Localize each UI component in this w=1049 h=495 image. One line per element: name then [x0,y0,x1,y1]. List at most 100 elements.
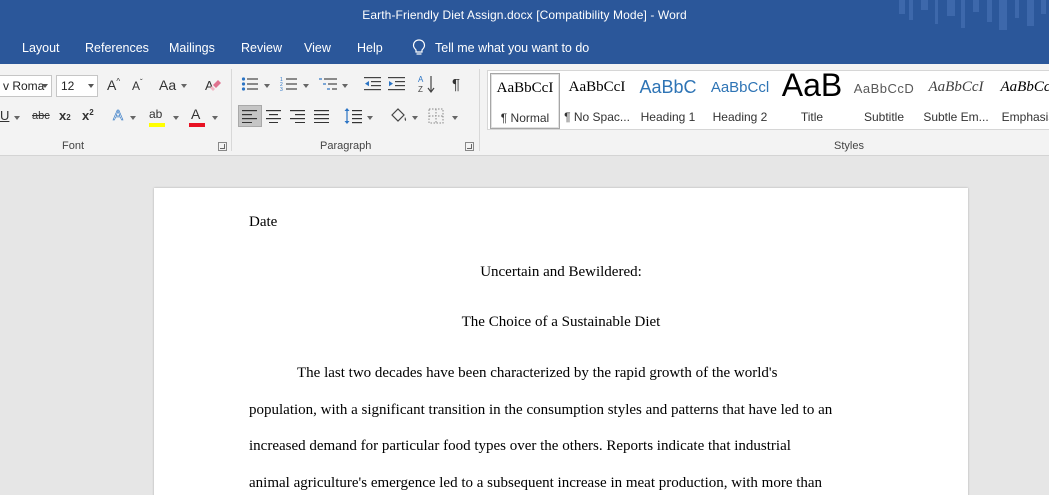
tab-layout[interactable]: Layout [22,41,60,55]
chevron-down-icon [412,116,418,120]
style-sample: AaBbCcI [568,79,626,95]
style-name: Subtle Em... [923,110,989,124]
tell-me-text: Tell me what you want to do [435,40,590,55]
doc-body-line: increased demand for particular food typ… [249,438,791,454]
doc-title-line-2: The Choice of a Sustainable Diet [461,314,661,330]
ribbon: v Roma 12 A^ Aˇ Aa A U abc x2 x2 A ab A … [0,64,1049,156]
decrease-indent-icon[interactable] [364,76,382,92]
tab-review[interactable]: Review [241,41,282,55]
chevron-down-icon [303,84,309,88]
increase-indent-icon[interactable] [388,76,406,92]
tab-help[interactable]: Help [357,41,383,55]
doc-body-line: animal agriculture's emergence led to a … [249,475,823,491]
chevron-down-icon [264,84,270,88]
shrink-font-glyph: A [132,79,141,93]
align-left-icon [242,110,257,123]
doc-body-line: population, with a significant transitio… [249,402,833,418]
highlight-color-swatch [149,123,165,127]
style-sample: AaBbC [639,77,697,97]
chevron-down-icon [130,116,136,120]
font-dialog-launcher[interactable] [218,142,227,151]
strikethrough-button[interactable]: abc [32,110,50,122]
doc-body-line: The last two decades have been character… [297,365,778,381]
subscript-button[interactable]: x2 [59,108,71,123]
style-heading-1[interactable]: AaBbC Heading 1 [633,73,703,129]
svg-text:Z: Z [418,85,423,94]
lightbulb-icon [412,39,426,55]
style-name: ¶ Normal [500,111,550,125]
shrink-font-button[interactable]: Aˇ [132,78,143,93]
font-name-combo[interactable]: v Roma [0,75,52,97]
tab-view[interactable]: View [304,41,331,55]
font-group-label: Font [62,140,85,152]
bullets-icon[interactable] [241,76,259,92]
show-formatting-marks-icon[interactable]: ¶ [452,76,460,93]
chevron-down-icon [181,84,187,88]
style-sample: AaBbCcD [853,81,915,96]
chevron-down-icon [14,116,20,120]
numbering-icon[interactable]: 1 2 3 [280,76,298,92]
paragraph-dialog-launcher[interactable] [465,142,474,151]
style-sample: AaBbCcl [710,79,770,96]
style-normal[interactable]: AaBbCcI ¶ Normal [490,73,560,129]
style-heading-2[interactable]: AaBbCcl Heading 2 [705,73,775,129]
sort-icon[interactable]: A Z [418,74,436,94]
style-emphasis[interactable]: AaBbCcI Emphasis [993,73,1049,129]
doc-date: Date [249,214,278,230]
svg-text:A: A [205,78,214,93]
underline-button[interactable]: U [0,108,9,123]
justify-icon[interactable] [314,109,330,123]
shading-icon[interactable] [389,106,409,126]
highlight-button[interactable]: ab [149,107,162,121]
text-effects-button[interactable]: A [113,107,124,125]
align-left-button[interactable] [238,105,262,127]
subscript-mark: 2 [66,113,71,122]
style-sample: AaBbCcI [496,80,554,96]
style-title[interactable]: AaB Title [777,70,847,129]
superscript-button[interactable]: x2 [82,108,94,123]
align-center-icon[interactable] [266,109,282,123]
title-bar: Earth-Friendly Diet Assign.docx [Compati… [0,0,1049,33]
paragraph-group-label: Paragraph [320,140,372,152]
style-name: Heading 2 [712,110,768,124]
clear-formatting-icon[interactable]: A [204,76,222,94]
style-no-spacing[interactable]: AaBbCcI ¶ No Spac... [562,73,632,129]
superscript-mark: 2 [89,108,94,117]
tell-me-box[interactable]: Tell me what you want to do [412,39,589,56]
borders-icon[interactable] [428,108,444,124]
grow-font-glyph: A [107,77,117,93]
align-right-icon[interactable] [290,109,306,123]
line-spacing-icon[interactable] [344,107,362,125]
styles-gallery: AaBbCcI ¶ Normal AaBbCcI ¶ No Spac... Aa… [487,70,1049,130]
ribbon-tabs: Layout References Mailings Review View H… [0,33,1049,64]
chevron-down-icon [342,84,348,88]
group-divider [479,69,480,151]
style-name: Heading 1 [640,110,696,124]
style-name: Subtitle [863,110,905,124]
multilevel-list-icon[interactable] [319,76,339,92]
svg-text:3: 3 [280,87,283,92]
font-name-value: v Roma [3,79,45,93]
chevron-down-icon [367,116,373,120]
style-sample: AaB [781,70,843,103]
tab-references[interactable]: References [85,41,149,55]
change-case-button[interactable]: Aa [159,77,176,93]
style-subtle-emphasis[interactable]: AaBbCcI Subtle Em... [921,73,991,129]
font-size-combo[interactable]: 12 [56,75,98,97]
chevron-down-icon [173,116,179,120]
chevron-down-icon [42,84,48,88]
style-subtitle[interactable]: AaBbCcD Subtitle [849,73,919,129]
style-name: Title [800,110,824,124]
chevron-down-icon [212,116,218,120]
style-name: ¶ No Spac... [564,110,630,124]
grow-font-button[interactable]: A^ [107,77,120,93]
font-color-swatch [189,123,205,127]
svg-text:A: A [418,75,424,84]
group-divider [231,69,232,151]
tab-mailings[interactable]: Mailings [169,41,215,55]
font-color-button[interactable]: A [191,106,200,122]
doc-title-line-1: Uncertain and Bewildered: [480,264,642,280]
style-sample: AaBbCcI [928,79,984,95]
document-page[interactable]: Date Uncertain and Bewildered: The Choic… [154,188,968,495]
window-title: Earth-Friendly Diet Assign.docx [Compati… [362,8,687,22]
